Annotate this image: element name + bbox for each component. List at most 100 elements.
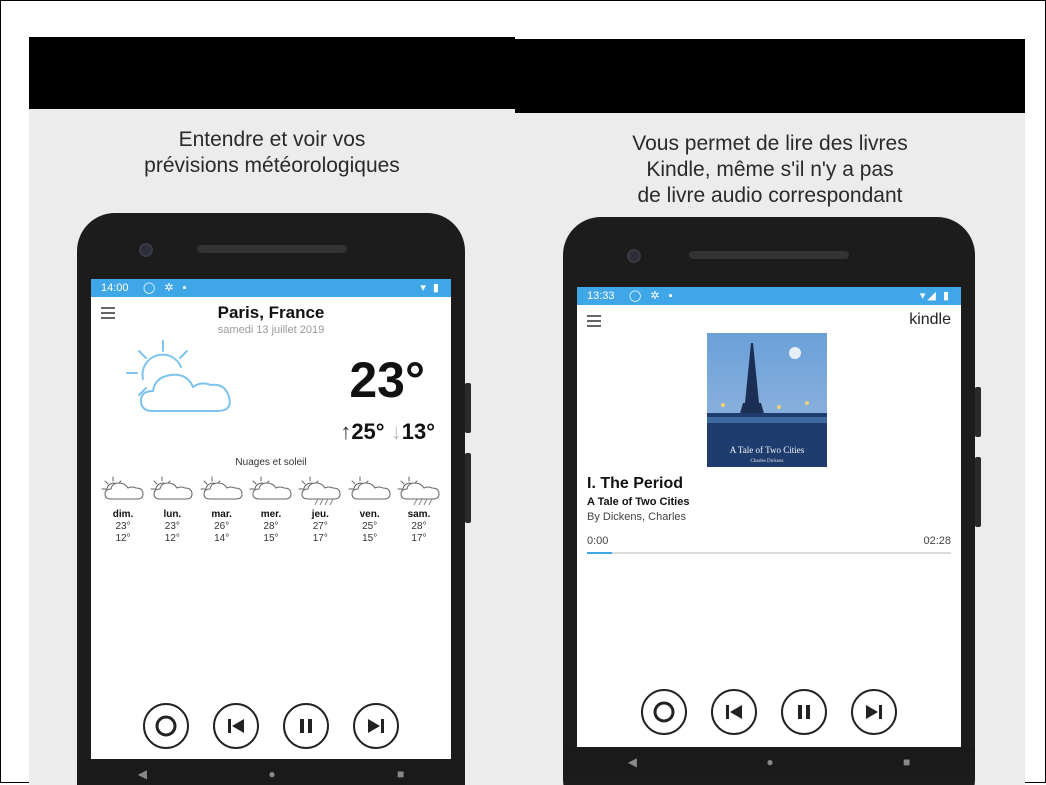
power-button bbox=[975, 387, 981, 437]
android-nav-bar: ◀ ● ■ bbox=[563, 747, 975, 777]
front-camera bbox=[139, 243, 153, 257]
partly-cloudy-icon bbox=[150, 476, 193, 500]
skip-next-icon bbox=[368, 719, 384, 733]
weather-caption: Entendre et voir vos prévisions météorol… bbox=[29, 127, 515, 179]
skip-previous-icon bbox=[228, 719, 244, 733]
book-author: By Dickens, Charles bbox=[587, 511, 687, 523]
back-icon[interactable]: ◀ bbox=[138, 767, 147, 781]
earpiece-speaker bbox=[197, 245, 347, 253]
pause-icon bbox=[798, 705, 810, 719]
playback-controls bbox=[91, 703, 451, 749]
recents-icon[interactable]: ■ bbox=[903, 755, 910, 769]
earpiece-speaker bbox=[689, 251, 849, 259]
high-temp: 25° bbox=[351, 419, 385, 444]
playback-progress-bar[interactable] bbox=[587, 552, 951, 554]
playback-controls bbox=[577, 689, 961, 735]
alexa-button[interactable] bbox=[143, 703, 189, 749]
skip-next-icon bbox=[866, 705, 882, 719]
forecast-day: ven. 25° 15° bbox=[346, 475, 394, 545]
kindle-caption: Vous permet de lire des livres Kindle, m… bbox=[515, 131, 1025, 209]
book-cover[interactable]: A Tale of Two Cities Charles Dickens bbox=[707, 333, 827, 467]
partly-cloudy-icon bbox=[348, 476, 391, 500]
kindle-promo-panel: Vous permet de lire des livres Kindle, m… bbox=[515, 39, 1025, 785]
partly-cloudy-icon bbox=[101, 476, 144, 500]
forecast-day-name: sam. bbox=[407, 509, 431, 520]
status-bar: 14:00 ◯ ✲ ▪ ▾ ▮ bbox=[91, 279, 451, 297]
alexa-button[interactable] bbox=[641, 689, 687, 735]
forecast-high: 23° bbox=[164, 521, 180, 532]
kindle-logo: kindle bbox=[909, 311, 951, 328]
back-icon[interactable]: ◀ bbox=[628, 755, 637, 769]
forecast-high: 28° bbox=[263, 521, 279, 532]
caption-line: Kindle, même s'il n'y a pas bbox=[646, 158, 894, 181]
android-nav-bar: ◀ ● ■ bbox=[77, 759, 465, 785]
book-cover-image: A Tale of Two Cities Charles Dickens bbox=[707, 333, 827, 467]
forecast-low: 17° bbox=[411, 533, 427, 544]
cover-author-text: Charles Dickens bbox=[751, 459, 784, 464]
forecast-low: 12° bbox=[115, 533, 131, 544]
time-total: 02:28 bbox=[923, 535, 951, 547]
forecast-low: 15° bbox=[362, 533, 378, 544]
status-notification-icons: ◯ ✲ ▪ bbox=[143, 282, 190, 294]
screenshot-frame: Entendre et voir vos prévisions météorol… bbox=[0, 0, 1046, 785]
power-button bbox=[465, 383, 471, 433]
forecast-date: samedi 13 juillet 2019 bbox=[217, 324, 325, 336]
next-button[interactable] bbox=[851, 689, 897, 735]
status-time: 13:33 bbox=[587, 290, 615, 302]
home-icon[interactable]: ● bbox=[268, 767, 275, 781]
partly-cloudy-icon bbox=[249, 476, 292, 500]
status-bar: 13:33 ◯ ✲ ▪ ▾◢ ▮ bbox=[577, 287, 961, 305]
forecast-high: 28° bbox=[411, 521, 427, 532]
rain-cloud-icon bbox=[397, 476, 440, 506]
forecast-day: mar. 26° 14° bbox=[198, 475, 246, 545]
forecast-low: 17° bbox=[312, 533, 328, 544]
pause-button[interactable] bbox=[781, 689, 827, 735]
chapter-title: I. The Period bbox=[587, 475, 684, 492]
previous-button[interactable] bbox=[711, 689, 757, 735]
forecast-day: dim. 23° 12° bbox=[99, 475, 147, 545]
forecast-day-name: jeu. bbox=[311, 509, 329, 520]
caption-line: de livre audio correspondant bbox=[637, 184, 903, 207]
previous-button[interactable] bbox=[213, 703, 259, 749]
phone-device: 13:33 ◯ ✲ ▪ ▾◢ ▮ kindle A Tale of Two Ci… bbox=[563, 217, 981, 785]
arrow-down-icon: ↓ bbox=[390, 419, 402, 444]
forecast-low: 15° bbox=[263, 533, 279, 544]
volume-button bbox=[975, 457, 981, 527]
next-button[interactable] bbox=[353, 703, 399, 749]
phone-device: 14:00 ◯ ✲ ▪ ▾ ▮ Paris, France samedi 13 … bbox=[77, 213, 471, 785]
time-elapsed: 0:00 bbox=[587, 535, 609, 547]
weather-app-screen: 14:00 ◯ ✲ ▪ ▾ ▮ Paris, France samedi 13 … bbox=[91, 279, 451, 759]
skip-previous-icon bbox=[726, 705, 742, 719]
weather-promo-panel: Entendre et voir vos prévisions météorol… bbox=[29, 37, 515, 785]
alexa-ring-icon bbox=[653, 701, 675, 723]
forecast-high: 23° bbox=[115, 521, 131, 532]
recents-icon[interactable]: ■ bbox=[397, 767, 404, 781]
caption-line: Entendre et voir vos bbox=[178, 128, 366, 151]
forecast-day-name: ven. bbox=[359, 509, 380, 520]
caption-line: Vous permet de lire des livres bbox=[632, 132, 908, 155]
partly-cloudy-icon bbox=[200, 476, 243, 500]
forecast-day: jeu. 27° 17° bbox=[296, 475, 344, 545]
progress-fill bbox=[587, 552, 613, 554]
status-time: 14:00 bbox=[101, 282, 129, 294]
pause-button[interactable] bbox=[283, 703, 329, 749]
hamburger-menu-icon[interactable] bbox=[587, 315, 601, 330]
current-temperature: 23° bbox=[349, 352, 425, 408]
status-notification-icons: ◯ ✲ ▪ bbox=[629, 290, 676, 302]
weather-condition: Nuages et soleil bbox=[235, 457, 307, 468]
front-camera bbox=[627, 249, 641, 263]
forecast-day: lun. 23° 12° bbox=[148, 475, 196, 545]
kindle-app-screen: 13:33 ◯ ✲ ▪ ▾◢ ▮ kindle A Tale of Two Ci… bbox=[577, 287, 961, 747]
forecast-high: 26° bbox=[214, 521, 230, 532]
forecast-day-name: lun. bbox=[163, 509, 182, 520]
forecast-low: 14° bbox=[214, 533, 230, 544]
forecast-high: 25° bbox=[362, 521, 378, 532]
home-icon[interactable]: ● bbox=[766, 755, 773, 769]
volume-button bbox=[465, 453, 471, 523]
rain-cloud-icon bbox=[298, 476, 341, 506]
top-black-bar bbox=[515, 39, 1025, 113]
city-name: Paris, France bbox=[217, 303, 325, 322]
forecast-day-name: mar. bbox=[211, 509, 232, 520]
partly-cloudy-icon bbox=[126, 340, 231, 412]
high-low-temperature: ↑25° ↓13° bbox=[340, 419, 435, 445]
